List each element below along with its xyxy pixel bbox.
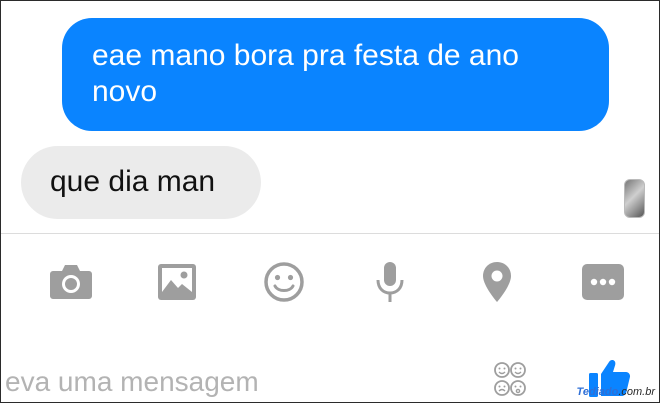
watermark-suffix: .com.br (618, 386, 655, 398)
received-message-text: que dia man (50, 165, 216, 198)
message-input-placeholder: eva uma mensagem (5, 366, 259, 397)
microphone-icon (376, 262, 404, 302)
location-button[interactable] (473, 259, 521, 305)
sticker-faces-icon (494, 362, 526, 396)
camera-icon (50, 265, 92, 299)
location-icon (482, 262, 511, 302)
watermark: Tediado.com.br (577, 386, 655, 398)
microphone-button[interactable] (366, 259, 414, 305)
image-icon (158, 264, 197, 300)
sent-message-bubble[interactable]: eae mano bora pra festa de ano novo (62, 18, 609, 131)
emoji-button[interactable] (260, 259, 308, 305)
received-message-bubble[interactable]: que dia man (21, 146, 261, 219)
emoji-icon (264, 262, 304, 302)
sent-message-text: eae mano bora pra festa de ano novo (92, 39, 519, 108)
more-icon (581, 264, 624, 300)
camera-button[interactable] (47, 259, 95, 305)
sticker-button[interactable] (490, 361, 536, 397)
divider (1, 233, 659, 234)
chat-screen: eae mano bora pra festa de ano novo que … (0, 0, 660, 403)
seen-avatar (624, 179, 645, 218)
watermark-brand: Tediado (576, 386, 619, 398)
more-button[interactable] (579, 259, 627, 305)
gallery-button[interactable] (153, 259, 201, 305)
composer-toolbar (47, 259, 627, 305)
message-input[interactable]: eva uma mensagem (5, 365, 259, 399)
